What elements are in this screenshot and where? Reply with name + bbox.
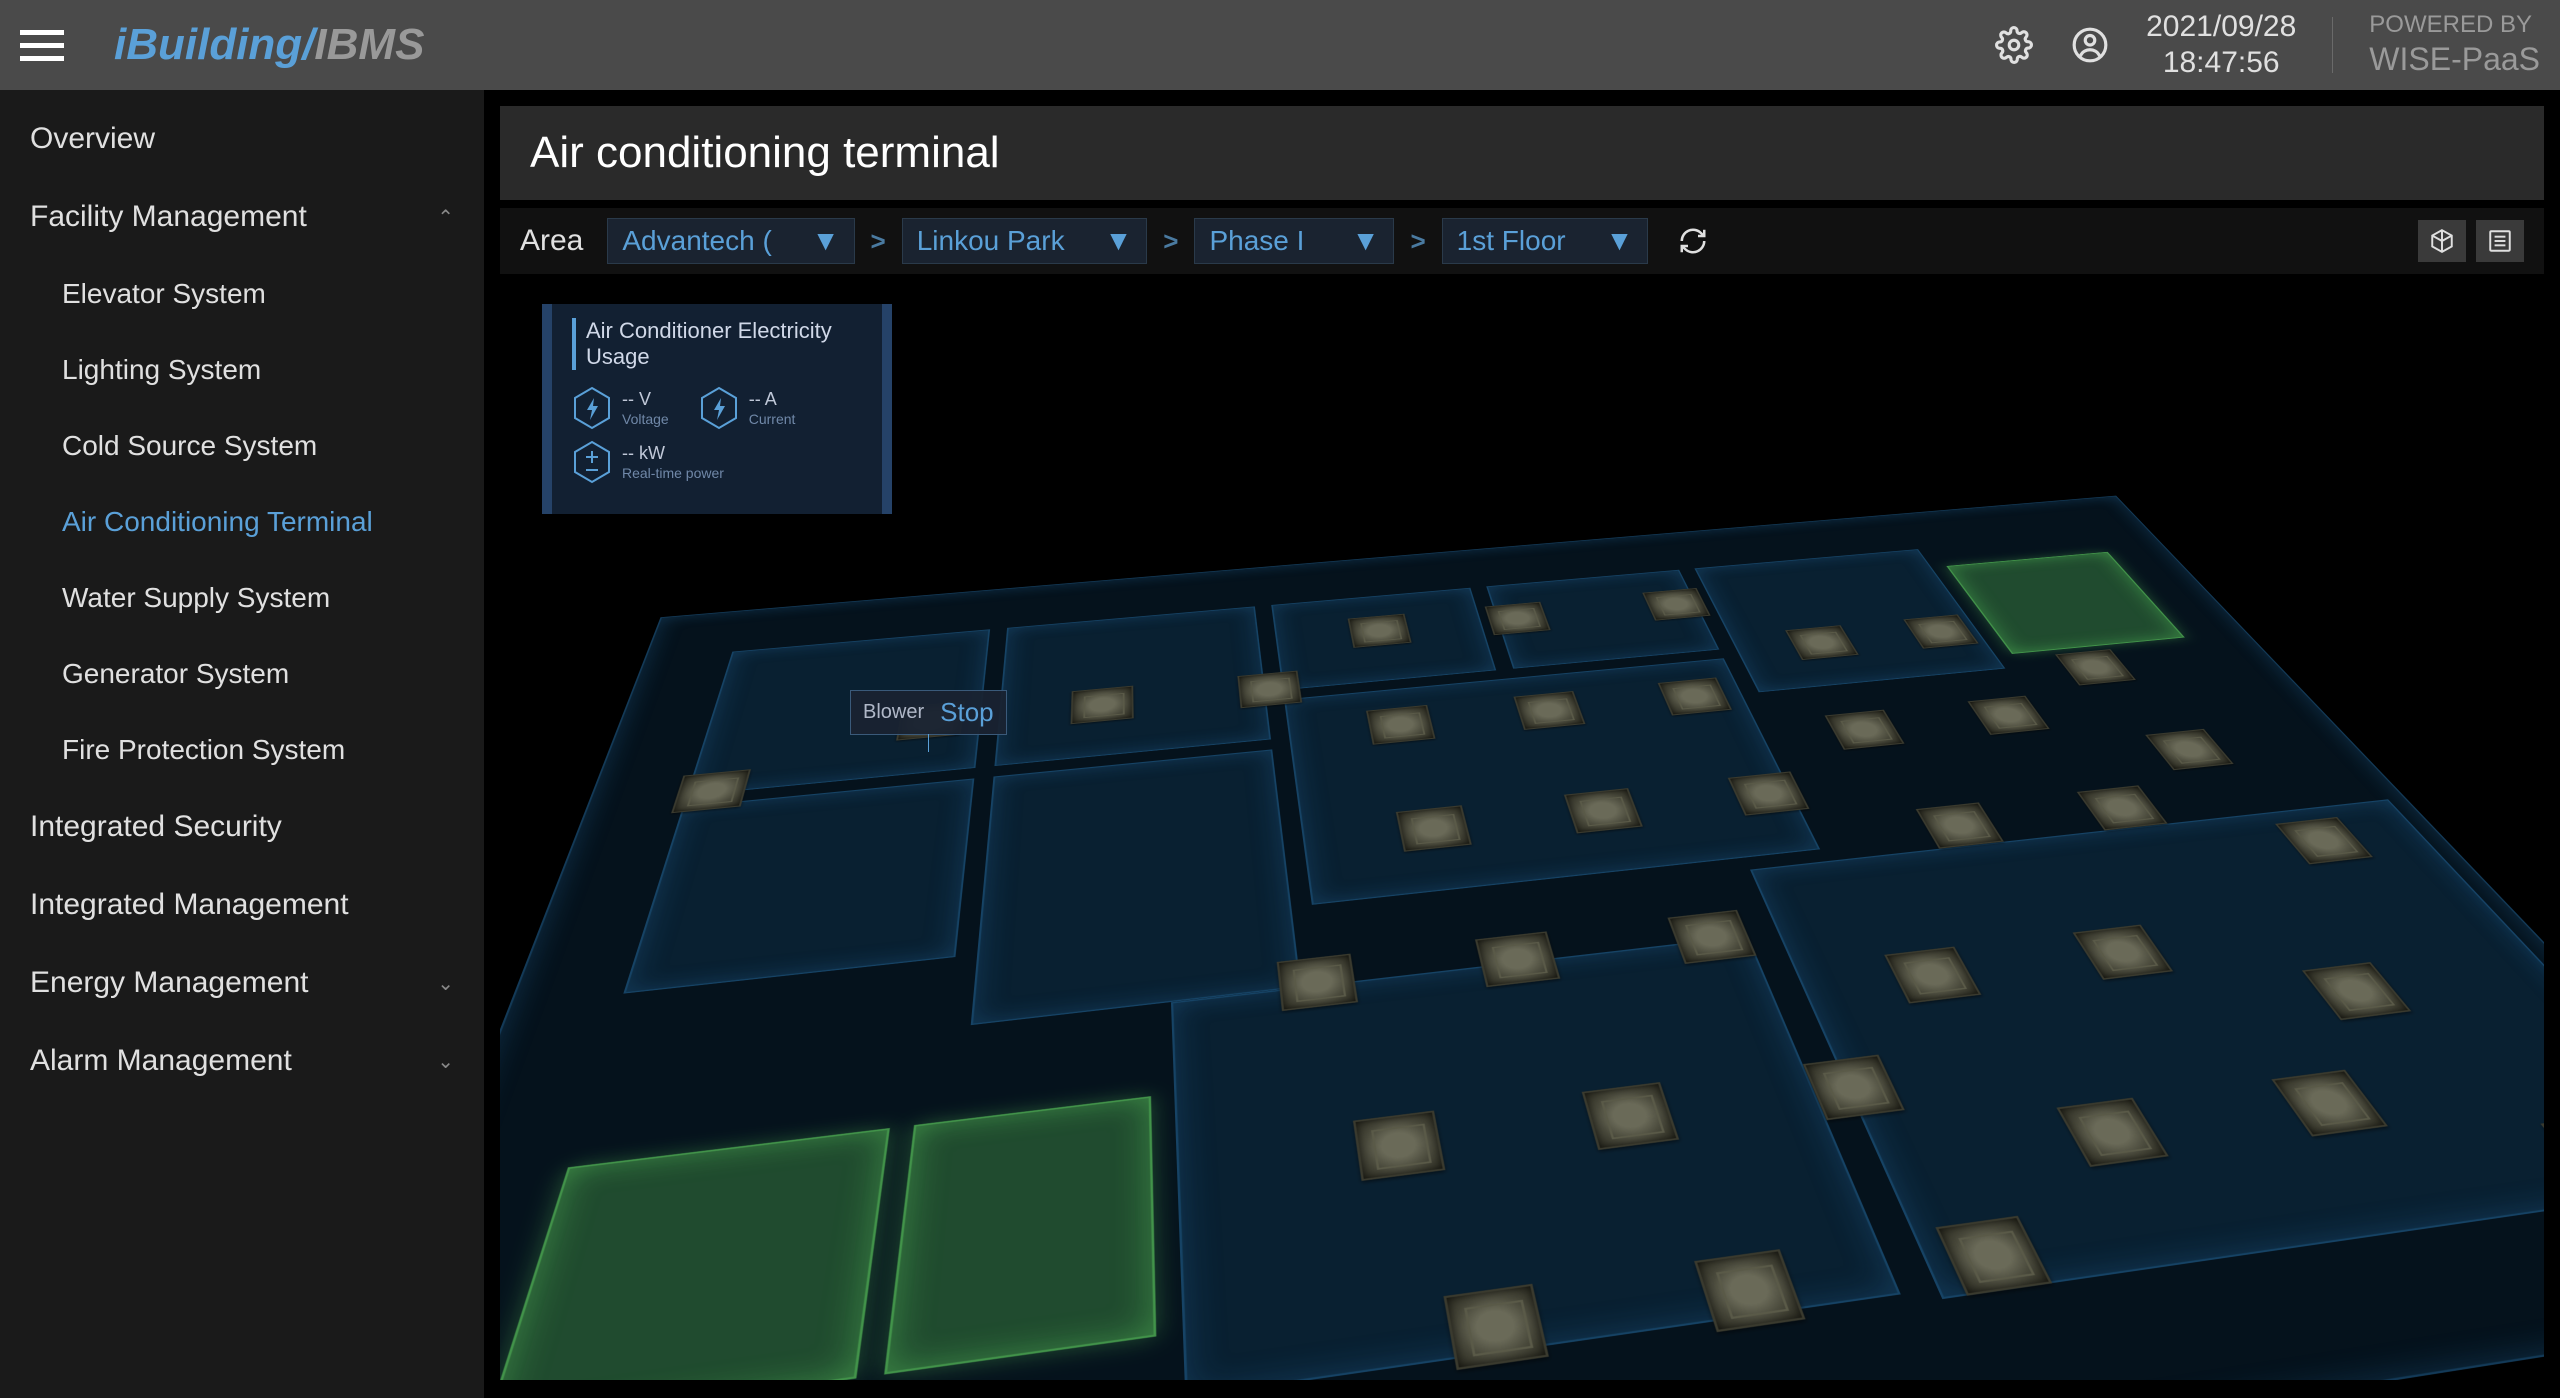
chevron-down-icon: ⌄ (437, 971, 454, 996)
voltage-value: -- V (622, 389, 669, 411)
header-divider (2332, 17, 2333, 73)
breadcrumb-bar: Area Advantech (▼ > Linkou Park▼ > Phase… (500, 208, 2544, 274)
sidebar-item-cold-source-system[interactable]: Cold Source System (0, 408, 484, 484)
panel-title: Air Conditioner Electricity Usage (572, 318, 862, 370)
main-content: Air conditioning terminal Area Advantech… (484, 90, 2560, 1398)
breadcrumb-dropdown-floor[interactable]: 1st Floor▼ (1442, 218, 1649, 264)
current-metric: -- A Current (699, 386, 796, 430)
voltage-metric: -- V Voltage (572, 386, 669, 430)
top-header: iBuilding/IBMS 2021/09/28 18:47:56 POWER… (0, 0, 2560, 90)
ac-vent[interactable] (1443, 1284, 1548, 1370)
breadcrumb-separator: > (1163, 226, 1178, 257)
refresh-icon (1678, 226, 1708, 256)
ac-vent[interactable] (1485, 602, 1551, 635)
powered-by-brand: WISE-PaaS (2369, 40, 2540, 78)
caret-down-icon: ▼ (812, 225, 840, 257)
breadcrumb-separator: > (1410, 226, 1425, 257)
electricity-usage-panel: Air Conditioner Electricity Usage -- V V… (542, 304, 892, 514)
breadcrumb-separator: > (871, 226, 886, 257)
view-3d-button[interactable] (2418, 220, 2466, 262)
menu-toggle-button[interactable] (20, 23, 64, 67)
plusminus-icon (572, 440, 612, 484)
sidebar-item-integrated-security[interactable]: Integrated Security (0, 788, 484, 866)
refresh-button[interactable] (1672, 220, 1714, 262)
datetime-display: 2021/09/28 18:47:56 (2146, 9, 2296, 81)
floor-plan-viewport[interactable]: Air Conditioner Electricity Usage -- V V… (500, 274, 2544, 1380)
current-label: Current (749, 411, 796, 427)
date-text: 2021/09/28 (2146, 9, 2296, 45)
caret-down-icon: ▼ (1606, 225, 1634, 257)
sidebar-item-lighting-system[interactable]: Lighting System (0, 332, 484, 408)
list-icon (2487, 228, 2513, 254)
settings-button[interactable] (1994, 25, 2034, 65)
breadcrumb-dropdown-phase[interactable]: Phase I▼ (1194, 218, 1394, 264)
logo-separator: / (302, 20, 314, 69)
logo-first-part: iBuilding (114, 20, 302, 69)
tooltip-label: Blower (863, 701, 924, 724)
time-text: 18:47:56 (2146, 45, 2296, 81)
power-label: Real-time power (622, 465, 724, 481)
app-logo: iBuilding/IBMS (114, 20, 424, 70)
bolt-icon (572, 386, 612, 430)
chevron-up-icon: ⌃ (437, 205, 454, 230)
tooltip-value: Stop (940, 697, 994, 728)
powered-by-label: POWERED BY (2369, 11, 2540, 40)
current-value: -- A (749, 389, 796, 411)
sidebar-item-water-supply-system[interactable]: Water Supply System (0, 560, 484, 636)
sidebar-item-energy-management[interactable]: Energy Management⌄ (0, 944, 484, 1022)
caret-down-icon: ▼ (1105, 225, 1133, 257)
gear-icon (1995, 26, 2033, 64)
device-tooltip: Blower Stop (850, 690, 1007, 735)
sidebar-item-air-conditioning-terminal[interactable]: Air Conditioning Terminal (0, 484, 484, 560)
view-list-button[interactable] (2476, 220, 2524, 262)
cube-icon (2429, 228, 2455, 254)
caret-down-icon: ▼ (1352, 225, 1380, 257)
user-button[interactable] (2070, 25, 2110, 65)
logo-second-part: IBMS (314, 20, 424, 69)
sidebar-item-integrated-management[interactable]: Integrated Management (0, 866, 484, 944)
user-icon (2071, 26, 2109, 64)
ac-vent[interactable] (1366, 705, 1436, 745)
sidebar-item-alarm-management[interactable]: Alarm Management⌄ (0, 1022, 484, 1100)
powered-by: POWERED BY WISE-PaaS (2369, 11, 2540, 78)
voltage-label: Voltage (622, 411, 669, 427)
page-title: Air conditioning terminal (500, 106, 2544, 200)
ac-vent[interactable] (1348, 614, 1412, 648)
bolt-icon (699, 386, 739, 430)
area-label: Area (520, 224, 583, 258)
breadcrumb-dropdown-park[interactable]: Linkou Park▼ (902, 218, 1148, 264)
chevron-down-icon: ⌄ (437, 1049, 454, 1074)
sidebar-item-fire-protection-system[interactable]: Fire Protection System (0, 712, 484, 788)
breadcrumb-dropdown-company[interactable]: Advantech (▼ (607, 218, 854, 264)
power-value: -- kW (622, 443, 724, 465)
power-metric: -- kW Real-time power (572, 440, 724, 484)
sidebar-item-elevator-system[interactable]: Elevator System (0, 256, 484, 332)
sidebar-nav: Overview Facility Management⌃ Elevator S… (0, 90, 484, 1398)
sidebar-item-facility-management[interactable]: Facility Management⌃ (0, 178, 484, 256)
sidebar-item-generator-system[interactable]: Generator System (0, 636, 484, 712)
sidebar-item-overview[interactable]: Overview (0, 100, 484, 178)
